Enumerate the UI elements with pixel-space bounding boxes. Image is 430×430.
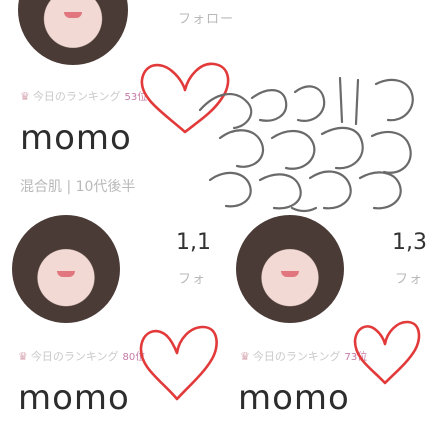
avatar[interactable] bbox=[12, 215, 120, 323]
ranking-label: 今日のランキング bbox=[30, 350, 119, 363]
follow-label: フォ bbox=[178, 272, 207, 287]
follow-count: 1,3 bbox=[392, 230, 427, 255]
user-meta: 混合肌 | 10代後半 bbox=[20, 179, 136, 195]
avatar-lip bbox=[57, 271, 75, 278]
follow-count: 1,1 bbox=[176, 230, 211, 255]
crown-icon: ♛ bbox=[18, 350, 28, 363]
crown-icon: ♛ bbox=[20, 90, 30, 103]
follow-label: フォ bbox=[395, 272, 424, 287]
user-name[interactable]: momo bbox=[20, 118, 132, 158]
heart-annotation-icon bbox=[139, 325, 218, 401]
user-name[interactable]: momo bbox=[18, 378, 130, 418]
avatar[interactable] bbox=[18, 0, 128, 65]
handwritten-annotation-icon bbox=[198, 76, 414, 213]
user-name[interactable]: momo bbox=[238, 378, 350, 418]
crown-icon: ♛ bbox=[240, 350, 250, 363]
ranking-label: 今日のランキング bbox=[32, 90, 121, 103]
ranking-badge: ♛ 今日のランキング 80位 bbox=[18, 348, 145, 364]
heart-annotation-icon bbox=[353, 320, 421, 385]
ranking-badge: ♛ 今日のランキング 53位 bbox=[20, 88, 147, 104]
avatar[interactable] bbox=[236, 215, 344, 323]
avatar-lip bbox=[64, 12, 82, 19]
follow-label: フォロー bbox=[178, 12, 235, 27]
ranking-label: 今日のランキング bbox=[252, 350, 341, 363]
avatar-lip bbox=[281, 271, 299, 278]
